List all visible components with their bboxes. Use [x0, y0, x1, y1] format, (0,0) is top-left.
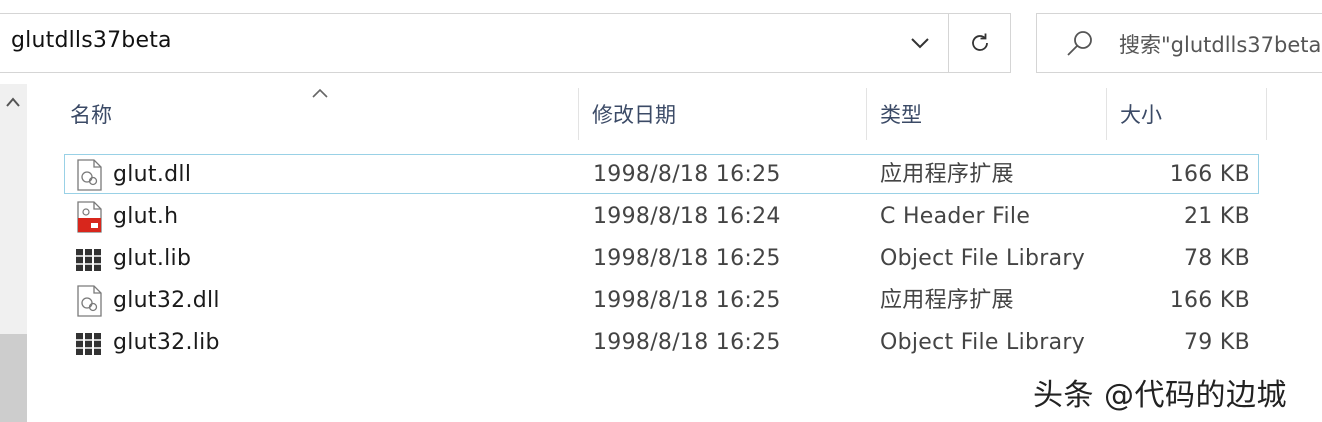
dll-file-icon [77, 285, 102, 317]
file-type: 应用程序扩展 [880, 162, 1014, 187]
search-placeholder: 搜索"glutdlls37beta" [1119, 33, 1322, 57]
file-name[interactable]: glut.lib [113, 239, 191, 279]
column-header-modified-label: 修改日期 [592, 103, 676, 127]
file-modified: 1998/8/18 16:25 [593, 288, 781, 313]
file-row[interactable]: glut.lib 1998/8/18 16:25 Object File Lib… [64, 238, 1259, 278]
file-row[interactable]: glut32.lib 1998/8/18 16:25 Object File L… [64, 322, 1259, 362]
file-size: 78 KB [1183, 246, 1250, 271]
column-header-size-label: 大小 [1120, 103, 1162, 127]
file-name[interactable]: glut.h [113, 197, 178, 237]
column-divider[interactable] [1266, 88, 1267, 140]
refresh-button[interactable] [948, 13, 1011, 73]
file-type: Object File Library [880, 246, 1086, 271]
file-name[interactable]: glut32.dll [113, 281, 220, 321]
search-icon [1067, 31, 1092, 56]
address-history-button[interactable] [896, 14, 944, 72]
address-toolbar: glutdlls37beta 搜索"glutdlls37beta" [0, 0, 1322, 84]
column-header-name[interactable]: 名称 [58, 88, 578, 140]
file-row[interactable]: glut32.dll 1998/8/18 16:25 应用程序扩展 166 KB [64, 280, 1259, 320]
scroll-up-arrow-icon[interactable] [5, 96, 21, 108]
file-modified: 1998/8/18 16:25 [593, 330, 781, 355]
navigation-pane-scrollbar[interactable] [0, 84, 27, 422]
column-divider[interactable] [1106, 88, 1107, 140]
library-file-icon [76, 333, 101, 355]
dll-file-icon [77, 159, 102, 191]
column-header-row: 名称 修改日期 类型 大小 [28, 88, 1322, 140]
header-file-icon [77, 201, 102, 233]
file-modified: 1998/8/18 16:25 [593, 246, 781, 271]
watermark-text: 头条 @代码的边城 [1033, 378, 1288, 413]
file-name[interactable]: glut.dll [113, 155, 191, 195]
file-type: Object File Library [880, 330, 1086, 355]
refresh-icon [971, 33, 988, 51]
file-modified: 1998/8/18 16:25 [593, 162, 781, 187]
file-name[interactable]: glut32.lib [113, 323, 220, 363]
file-size: 166 KB [1169, 162, 1250, 187]
column-divider[interactable] [578, 88, 579, 140]
column-header-type-label: 类型 [880, 103, 922, 127]
file-size: 21 KB [1183, 204, 1250, 229]
scrollbar-thumb[interactable] [0, 334, 27, 422]
chevron-down-icon [911, 38, 929, 49]
file-size: 79 KB [1183, 330, 1250, 355]
file-type: C Header File [880, 204, 1031, 229]
column-header-name-label: 名称 [70, 103, 112, 127]
search-input[interactable]: 搜索"glutdlls37beta" [1036, 13, 1322, 73]
column-divider[interactable] [866, 88, 867, 140]
address-bar[interactable]: glutdlls37beta [0, 13, 948, 73]
file-type: 应用程序扩展 [880, 288, 1014, 313]
file-size: 166 KB [1169, 288, 1250, 313]
file-modified: 1998/8/18 16:24 [593, 204, 781, 229]
column-header-type[interactable]: 类型 [868, 88, 1106, 140]
address-path[interactable]: glutdlls37beta [11, 28, 172, 53]
file-row[interactable]: glut.dll 1998/8/18 16:25 应用程序扩展 166 KB [64, 154, 1259, 194]
column-header-size[interactable]: 大小 [1108, 88, 1266, 140]
file-row[interactable]: glut.h 1998/8/18 16:24 C Header File 21 … [64, 196, 1259, 236]
library-file-icon [76, 249, 101, 271]
column-header-modified[interactable]: 修改日期 [580, 88, 866, 140]
